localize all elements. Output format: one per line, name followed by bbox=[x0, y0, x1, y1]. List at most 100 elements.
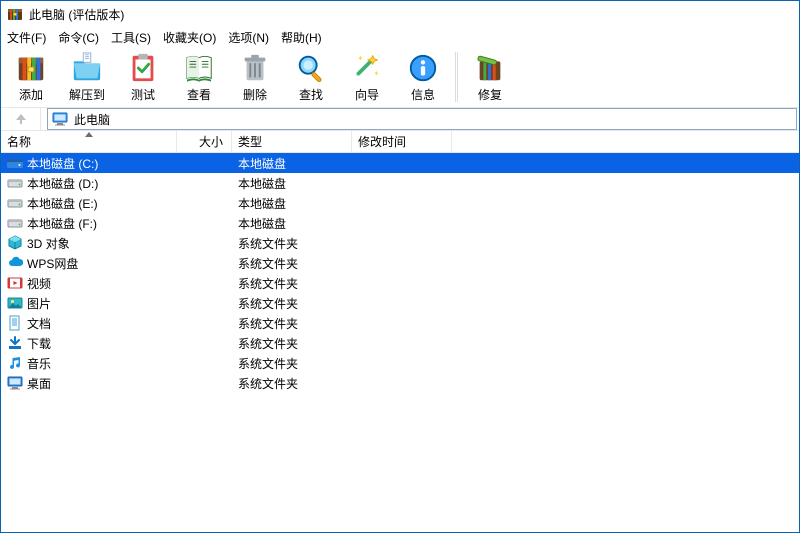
cloud-icon bbox=[7, 255, 23, 271]
repair-icon bbox=[474, 52, 506, 84]
wand-icon bbox=[351, 52, 383, 84]
drive-blue-icon bbox=[7, 155, 23, 171]
extract-label: 解压到 bbox=[69, 86, 105, 103]
cube-icon bbox=[7, 235, 23, 251]
address-text: 此电脑 bbox=[74, 111, 110, 128]
cell-name: 文档 bbox=[1, 315, 177, 332]
table-row[interactable]: 文档 系统文件夹 bbox=[1, 313, 799, 333]
add-label: 添加 bbox=[19, 86, 43, 103]
col-name[interactable]: 名称 bbox=[1, 131, 177, 152]
desktop-icon bbox=[7, 375, 23, 391]
toolbar-separator bbox=[455, 52, 458, 102]
cell-type: 系统文件夹 bbox=[232, 375, 352, 392]
row-name-text: 桌面 bbox=[27, 375, 51, 392]
table-row[interactable]: 视频 系统文件夹 bbox=[1, 273, 799, 293]
extract-button[interactable]: 解压到 bbox=[59, 49, 115, 105]
download-icon bbox=[7, 335, 23, 351]
row-name-text: 视频 bbox=[27, 275, 51, 292]
find-label: 查找 bbox=[299, 86, 323, 103]
info-label: 信息 bbox=[411, 86, 435, 103]
cell-type: 本地磁盘 bbox=[232, 155, 352, 172]
repair-button[interactable]: 修复 bbox=[462, 49, 518, 105]
col-size-label: 大小 bbox=[199, 133, 223, 150]
col-modified[interactable]: 修改时间 bbox=[352, 131, 452, 152]
menu-options[interactable]: 选项(N) bbox=[228, 29, 269, 46]
cell-name: 本地磁盘 (F:) bbox=[1, 215, 177, 232]
row-name-text: 文档 bbox=[27, 315, 51, 332]
table-row[interactable]: WPS网盘 系统文件夹 bbox=[1, 253, 799, 273]
arrow-up-icon bbox=[13, 111, 29, 127]
menu-bar: 文件(F) 命令(C) 工具(S) 收藏夹(O) 选项(N) 帮助(H) bbox=[1, 27, 799, 47]
delete-button[interactable]: 删除 bbox=[227, 49, 283, 105]
col-type[interactable]: 类型 bbox=[232, 131, 352, 152]
computer-icon bbox=[52, 111, 68, 127]
cell-name: 音乐 bbox=[1, 355, 177, 372]
col-filler bbox=[452, 131, 799, 152]
find-button[interactable]: 查找 bbox=[283, 49, 339, 105]
info-icon bbox=[407, 52, 439, 84]
row-name-text: WPS网盘 bbox=[27, 255, 78, 272]
docs-icon bbox=[7, 315, 23, 331]
cell-name: 视频 bbox=[1, 275, 177, 292]
pictures-icon bbox=[7, 295, 23, 311]
info-button[interactable]: 信息 bbox=[395, 49, 451, 105]
cell-name: 本地磁盘 (E:) bbox=[1, 195, 177, 212]
menu-commands[interactable]: 命令(C) bbox=[58, 29, 99, 46]
col-name-label: 名称 bbox=[7, 133, 31, 150]
window-title: 此电脑 (评估版本) bbox=[29, 6, 124, 23]
cell-name: 图片 bbox=[1, 295, 177, 312]
folder-open-icon bbox=[71, 52, 103, 84]
row-name-text: 本地磁盘 (E:) bbox=[27, 195, 98, 212]
cell-name: 本地磁盘 (C:) bbox=[1, 155, 177, 172]
menu-help[interactable]: 帮助(H) bbox=[281, 29, 322, 46]
col-size[interactable]: 大小 bbox=[177, 131, 232, 152]
cell-type: 系统文件夹 bbox=[232, 235, 352, 252]
cell-type: 本地磁盘 bbox=[232, 215, 352, 232]
table-row[interactable]: 桌面 系统文件夹 bbox=[1, 373, 799, 393]
wizard-button[interactable]: 向导 bbox=[339, 49, 395, 105]
col-type-label: 类型 bbox=[238, 133, 262, 150]
view-label: 查看 bbox=[187, 86, 211, 103]
test-label: 测试 bbox=[131, 86, 155, 103]
cell-type: 系统文件夹 bbox=[232, 315, 352, 332]
column-headers: 名称 大小 类型 修改时间 bbox=[1, 131, 799, 153]
cell-name: 桌面 bbox=[1, 375, 177, 392]
sort-asc-icon bbox=[85, 132, 93, 137]
up-button[interactable] bbox=[1, 108, 41, 130]
cell-type: 系统文件夹 bbox=[232, 275, 352, 292]
cell-type: 本地磁盘 bbox=[232, 175, 352, 192]
cell-type: 系统文件夹 bbox=[232, 355, 352, 372]
drive-icon bbox=[7, 215, 23, 231]
wizard-label: 向导 bbox=[355, 86, 379, 103]
table-row[interactable]: 本地磁盘 (D:) 本地磁盘 bbox=[1, 173, 799, 193]
table-row[interactable]: 3D 对象系统文件夹 bbox=[1, 233, 799, 253]
test-button[interactable]: 测试 bbox=[115, 49, 171, 105]
address-bar[interactable]: 此电脑 bbox=[47, 108, 797, 130]
row-name-text: 下载 bbox=[27, 335, 51, 352]
search-icon bbox=[295, 52, 327, 84]
address-row: 此电脑 bbox=[1, 107, 799, 131]
table-row[interactable]: 下载 系统文件夹 bbox=[1, 333, 799, 353]
cell-type: 系统文件夹 bbox=[232, 335, 352, 352]
table-row[interactable]: 本地磁盘 (C:) 本地磁盘 bbox=[1, 153, 799, 173]
view-button[interactable]: 查看 bbox=[171, 49, 227, 105]
trash-icon bbox=[239, 52, 271, 84]
menu-fav[interactable]: 收藏夹(O) bbox=[163, 29, 216, 46]
add-button[interactable]: 添加 bbox=[3, 49, 59, 105]
table-row[interactable]: 图片 系统文件夹 bbox=[1, 293, 799, 313]
repair-label: 修复 bbox=[478, 86, 502, 103]
table-row[interactable]: 本地磁盘 (F:) 本地磁盘 bbox=[1, 213, 799, 233]
row-name-text: 本地磁盘 (D:) bbox=[27, 175, 98, 192]
menu-file[interactable]: 文件(F) bbox=[7, 29, 46, 46]
cell-name: WPS网盘 bbox=[1, 255, 177, 272]
title-bar: 此电脑 (评估版本) bbox=[1, 1, 799, 27]
menu-tools[interactable]: 工具(S) bbox=[111, 29, 151, 46]
file-list[interactable]: 本地磁盘 (C:)本地磁盘本地磁盘 (D:)本地磁盘本地磁盘 (E:)本地磁盘本… bbox=[1, 153, 799, 532]
archive-icon bbox=[15, 52, 47, 84]
table-row[interactable]: 本地磁盘 (E:)本地磁盘 bbox=[1, 193, 799, 213]
table-row[interactable]: 音乐 系统文件夹 bbox=[1, 353, 799, 373]
cell-name: 下载 bbox=[1, 335, 177, 352]
cell-type: 系统文件夹 bbox=[232, 295, 352, 312]
cell-type: 系统文件夹 bbox=[232, 255, 352, 272]
toolbar: 添加 解压到 测试 bbox=[1, 47, 799, 107]
